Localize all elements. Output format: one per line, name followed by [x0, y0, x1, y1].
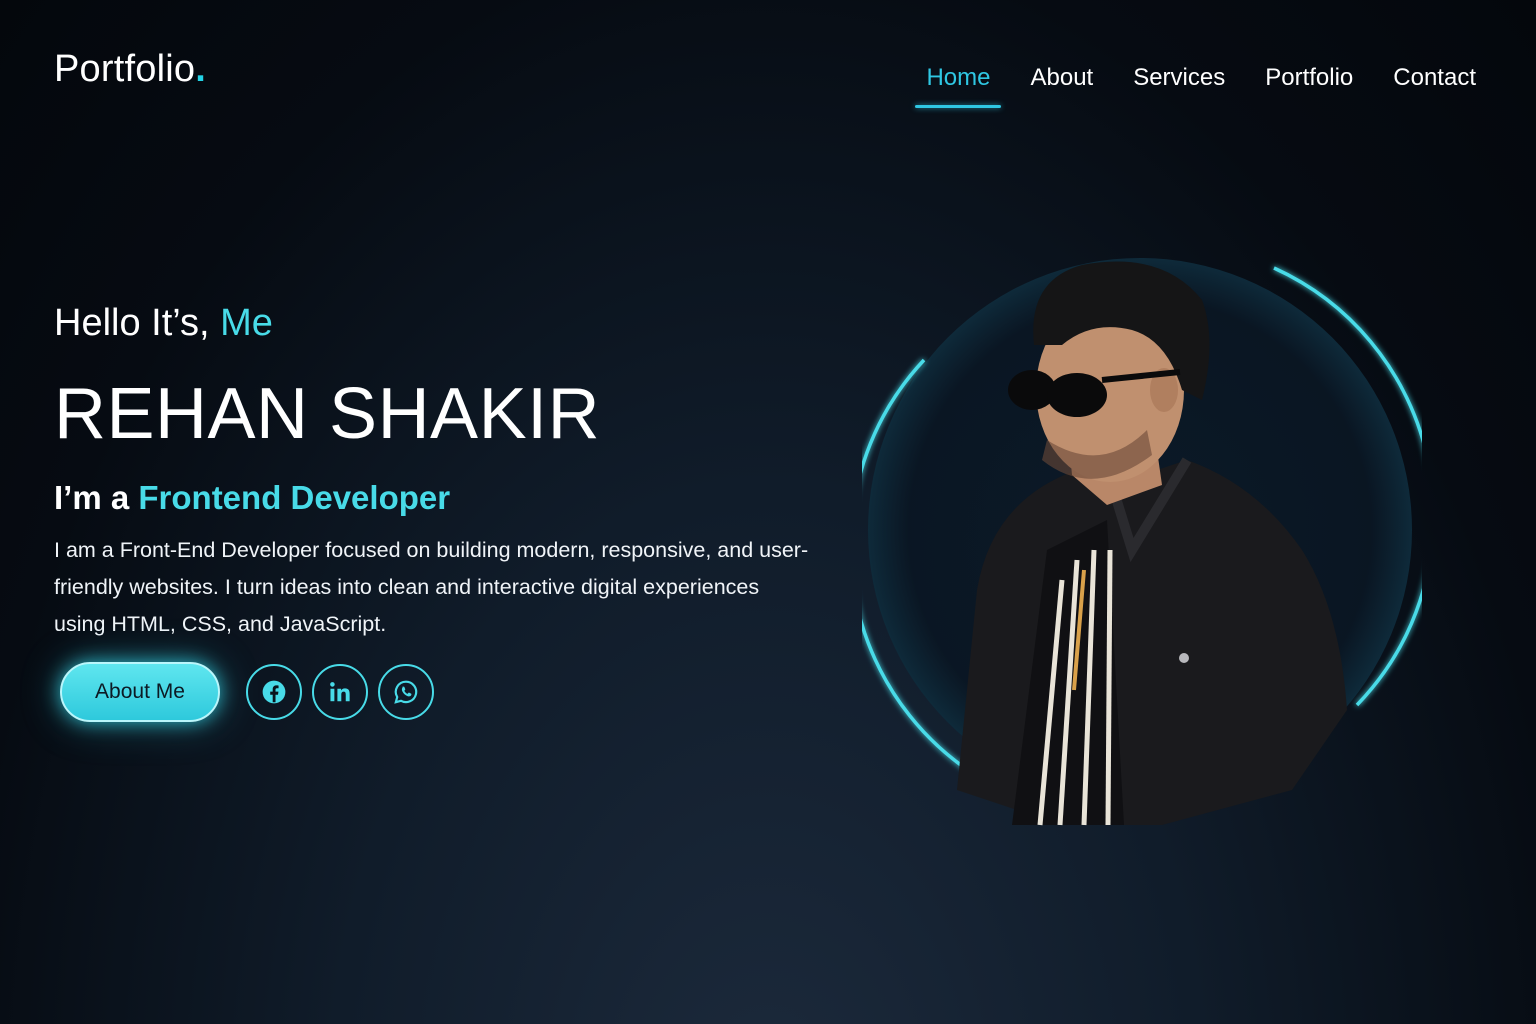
hero-description: I am a Front-End Developer focused on bu… [54, 538, 809, 636]
nav-item-label: Home [926, 64, 991, 91]
hero-actions: About Me [60, 662, 434, 722]
nav-item-services[interactable]: Services [1113, 62, 1245, 94]
nav-item-about[interactable]: About [1010, 62, 1113, 94]
nav-item-label: Portfolio [1265, 64, 1354, 91]
nav-item-contact[interactable]: Contact [1373, 62, 1496, 94]
nav-item-portfolio[interactable]: Portfolio [1245, 62, 1373, 94]
nav-item-home[interactable]: Home [906, 62, 1010, 108]
site-header: Portfolio. Home About Services Portfolio… [0, 0, 1536, 140]
greeting-accent: Me [220, 302, 273, 344]
role-prefix: I’m a [54, 479, 139, 516]
main-nav: Home About Services Portfolio Contact [906, 62, 1496, 108]
profile-portrait [862, 250, 1422, 830]
logo-dot: . [195, 48, 206, 90]
hero-intro: Hello It’s, Me REHAN SHAKIR I’m a Fronte… [54, 300, 854, 643]
nav-active-underline [915, 105, 1002, 108]
linkedin-link[interactable] [312, 664, 368, 720]
nav-item-label: Contact [1393, 64, 1476, 91]
role-accent: Frontend Developer [138, 479, 451, 516]
facebook-icon [262, 680, 286, 704]
facebook-link[interactable] [246, 664, 302, 720]
greeting-prefix: Hello It’s, [54, 302, 221, 344]
whatsapp-icon [394, 680, 418, 704]
logo[interactable]: Portfolio. [54, 48, 206, 91]
nav-item-label: About [1030, 64, 1094, 91]
whatsapp-link[interactable] [378, 664, 434, 720]
hero-name: REHAN SHAKIR [54, 374, 601, 454]
linkedin-icon [330, 682, 350, 702]
about-me-button[interactable]: About Me [60, 662, 220, 722]
nav-item-label: Services [1133, 64, 1226, 91]
profile-photo [957, 261, 1347, 826]
social-links [246, 664, 434, 720]
greeting: Hello It’s, Me [54, 300, 854, 346]
logo-text: Portfolio [54, 48, 196, 90]
role-line: I’m a Frontend Developer [54, 478, 854, 518]
